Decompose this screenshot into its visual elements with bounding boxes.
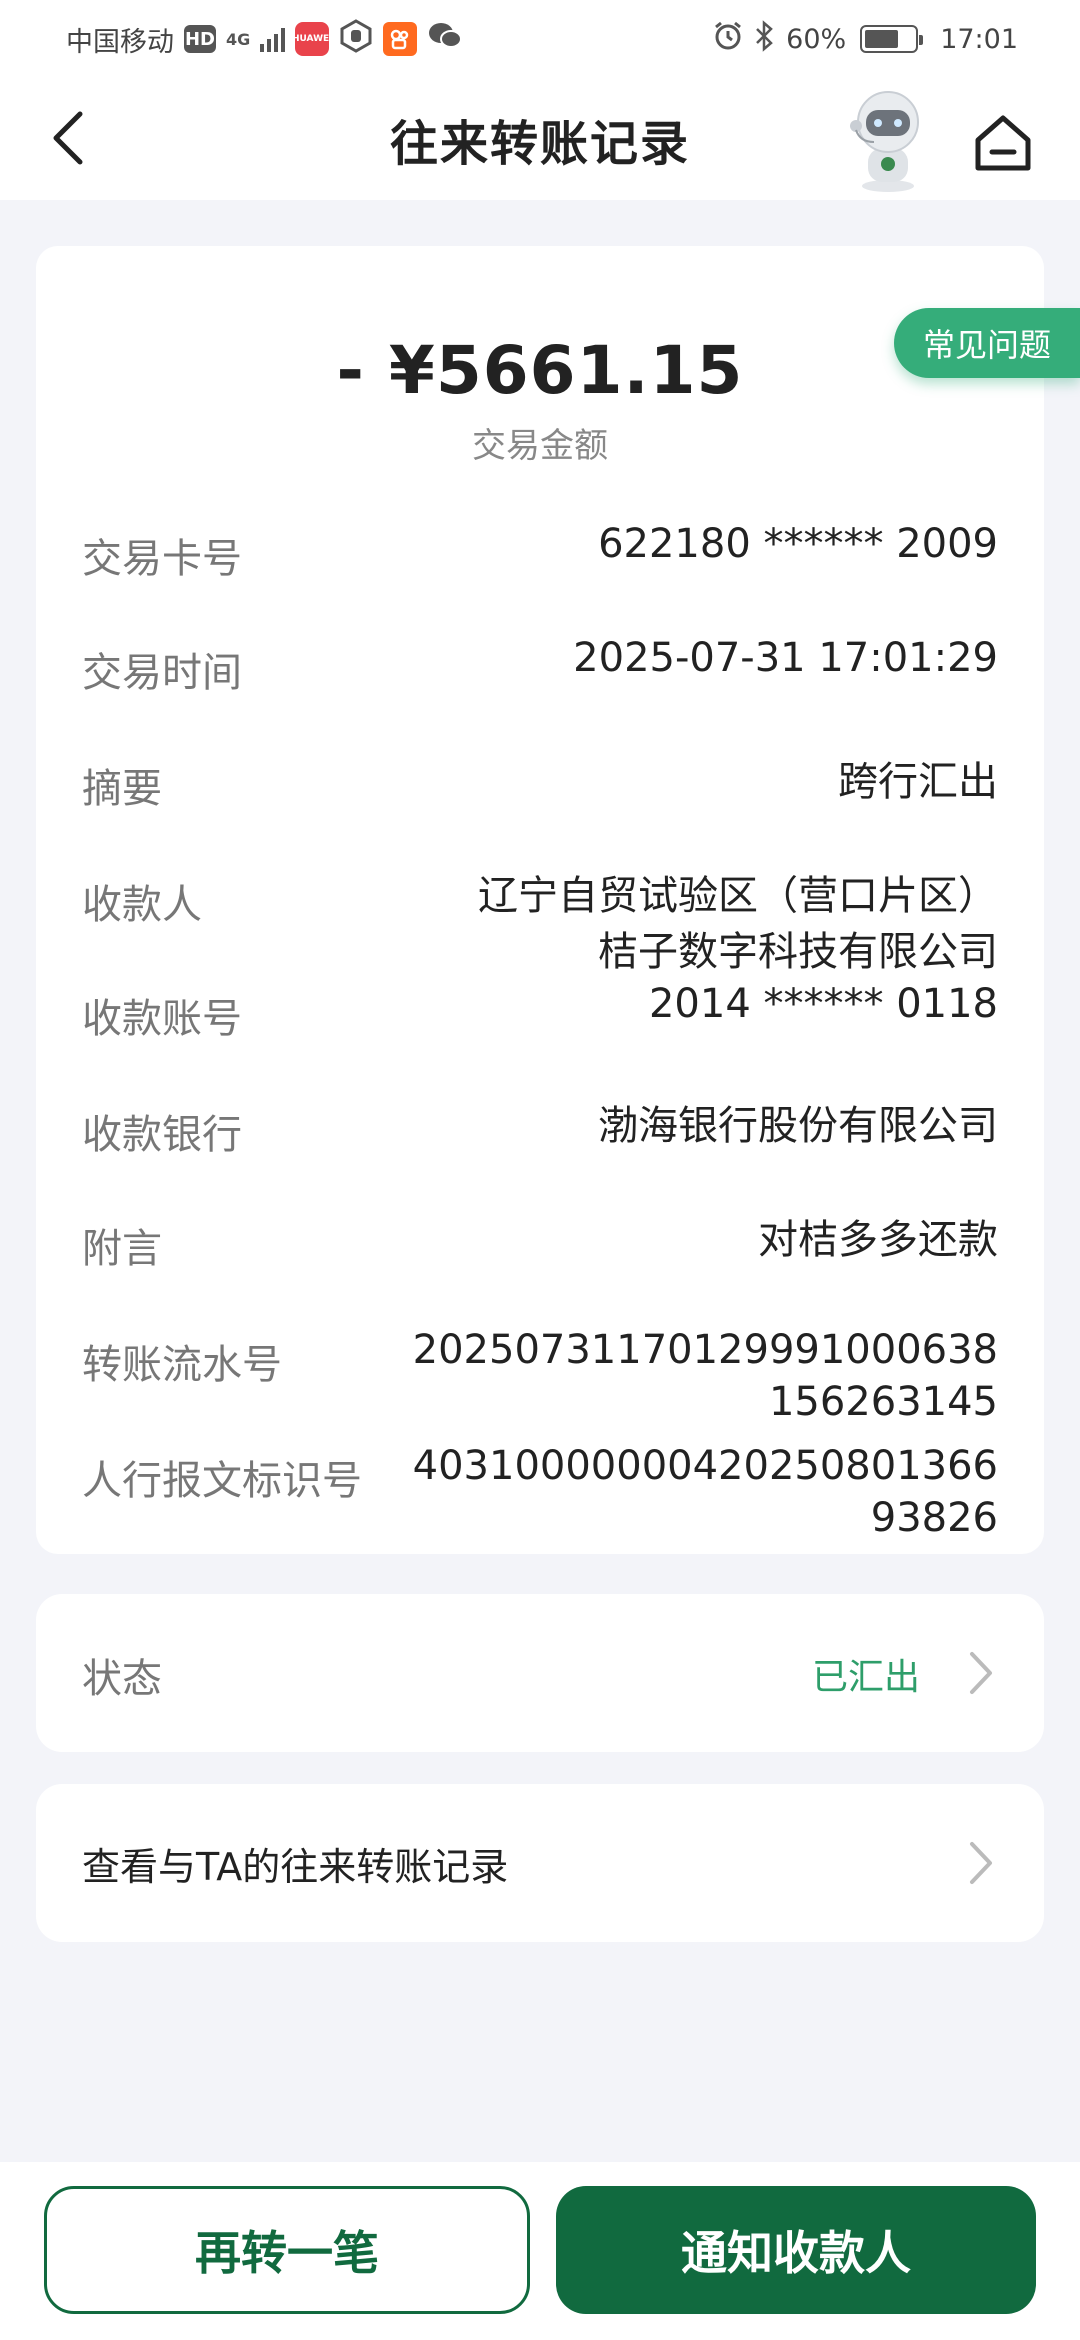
signal-icon xyxy=(260,26,286,52)
summary-value: 跨行汇出 xyxy=(838,759,998,805)
robot-assistant-icon[interactable] xyxy=(838,86,938,196)
payee-label: 收款人 xyxy=(82,882,202,928)
serial-number-line-2: 156263145 xyxy=(768,1379,998,1425)
home-button[interactable] xyxy=(970,110,1036,176)
kuaishou-icon xyxy=(383,22,418,56)
status-bar-right: 60% 17:01 xyxy=(712,19,1018,59)
network-label: 4G xyxy=(226,29,251,49)
transfer-history-row[interactable]: 查看与TA的往来转账记录 xyxy=(36,1784,1044,1942)
payee-bank-value: 渤海银行股份有限公司 xyxy=(598,1103,998,1149)
payee-account-value: 2014 ****** 0118 xyxy=(648,981,998,1027)
bottom-action-bar: 再转一笔 通知收款人 xyxy=(0,2162,1080,2340)
transfer-history-label: 查看与TA的往来转账记录 xyxy=(82,1845,509,1889)
hand-icon xyxy=(339,18,373,60)
serial-number-line-1: 20250731170129991000638 xyxy=(412,1327,998,1373)
status-label: 状态 xyxy=(82,1656,162,1702)
pboc-message-id-line-2: 93826 xyxy=(870,1495,998,1541)
page-title: 往来转账记录 xyxy=(389,116,690,172)
battery-icon xyxy=(860,25,924,53)
transfer-again-button[interactable]: 再转一笔 xyxy=(44,2186,530,2314)
wechat-icon xyxy=(427,21,463,58)
battery-percent: 60% xyxy=(786,23,847,55)
status-bar-left: 中国移动 HD 4G HUAWEI xyxy=(66,18,463,60)
pboc-message-id-line-1: 40310000000420250801366 xyxy=(412,1443,998,1489)
home-icon xyxy=(975,115,1031,171)
card-number-label: 交易卡号 xyxy=(82,536,242,582)
remark-value: 对桔多多还款 xyxy=(758,1217,998,1263)
clock-time: 17:01 xyxy=(940,23,1018,55)
pboc-message-id-label: 人行报文标识号 xyxy=(82,1458,362,1504)
transaction-time-label: 交易时间 xyxy=(82,650,242,696)
card-number-value: 622180 ****** 2009 xyxy=(598,521,998,567)
huawei-app-icon: HUAWEI xyxy=(292,22,333,56)
summary-label: 摘要 xyxy=(82,766,162,812)
transaction-amount-label: 交易金额 xyxy=(472,426,608,466)
status-value: 已汇出 xyxy=(811,1657,920,1698)
payee-account-label: 收款账号 xyxy=(82,996,242,1042)
alarm-icon xyxy=(712,20,744,59)
back-button[interactable] xyxy=(38,106,98,170)
status-row[interactable]: 状态 已汇出 xyxy=(36,1594,1044,1752)
hd-icon: HD xyxy=(184,25,216,53)
chevron-left-icon xyxy=(53,111,83,165)
payee-name-line-1: 辽宁自贸试验区（营口片区） xyxy=(478,873,998,919)
payee-name-line-2: 桔子数字科技有限公司 xyxy=(598,929,998,975)
serial-number-label: 转账流水号 xyxy=(82,1342,282,1388)
chevron-right-icon xyxy=(970,1842,992,1884)
payee-bank-label: 收款银行 xyxy=(82,1112,242,1158)
header: 往来转账记录 xyxy=(0,78,1080,200)
transaction-amount: - ¥5661.15 xyxy=(336,332,744,409)
transaction-time-value: 2025-07-31 17:01:29 xyxy=(573,635,998,681)
bluetooth-icon xyxy=(754,19,776,59)
remark-label: 附言 xyxy=(82,1226,162,1272)
notify-payee-button[interactable]: 通知收款人 xyxy=(556,2186,1036,2314)
status-bar: 中国移动 HD 4G HUAWEI 60% 17:01 xyxy=(0,0,1080,78)
chevron-right-icon xyxy=(970,1652,992,1694)
carrier-label: 中国移动 xyxy=(66,26,174,58)
